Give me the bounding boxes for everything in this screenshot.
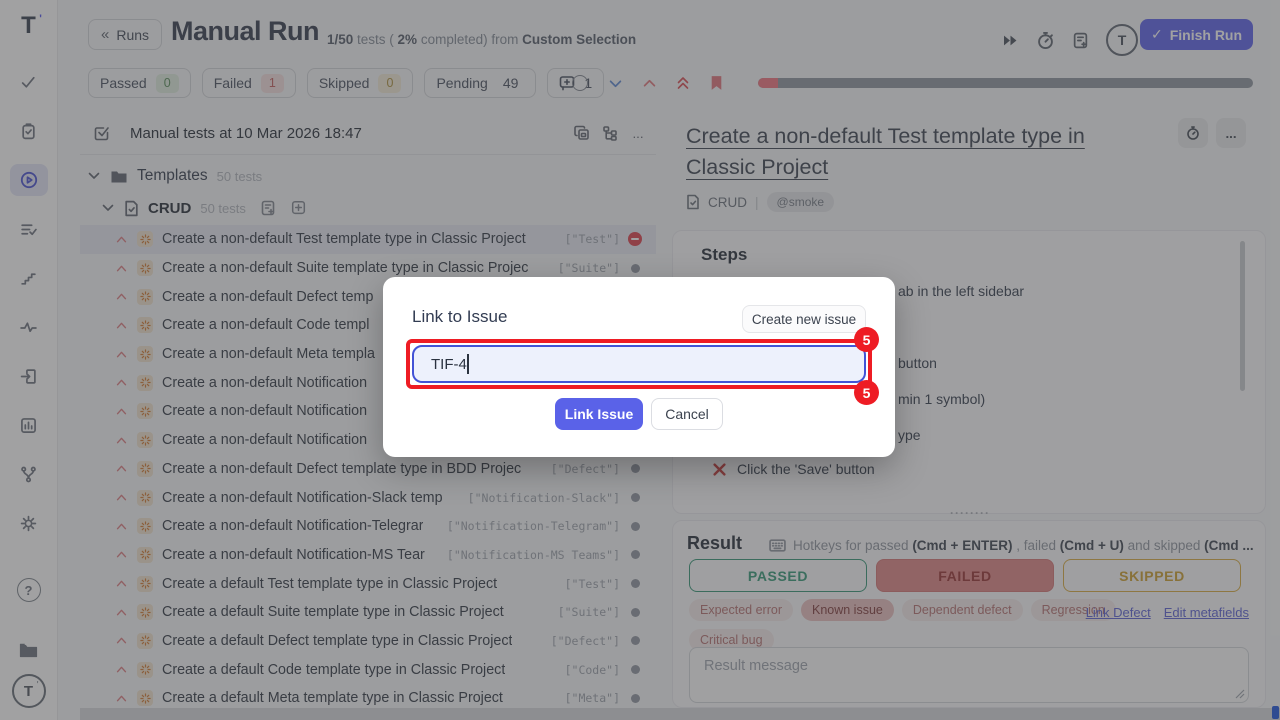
modal-layer: Link to Issue Create new issue Link Issu… <box>0 0 1280 720</box>
annotation-badge-bottom: 5 <box>854 380 879 405</box>
app-root: T' ? T' « Runs Manual Run 1/50 tests ( 2… <box>0 0 1280 720</box>
cancel-button[interactable]: Cancel <box>651 398 723 430</box>
annotation-badge-top: 5 <box>854 327 879 352</box>
link-issue-button[interactable]: Link Issue <box>555 398 643 430</box>
annotation-rectangle <box>406 339 872 389</box>
modal-title: Link to Issue <box>412 307 507 327</box>
create-new-issue-button[interactable]: Create new issue <box>742 305 866 333</box>
